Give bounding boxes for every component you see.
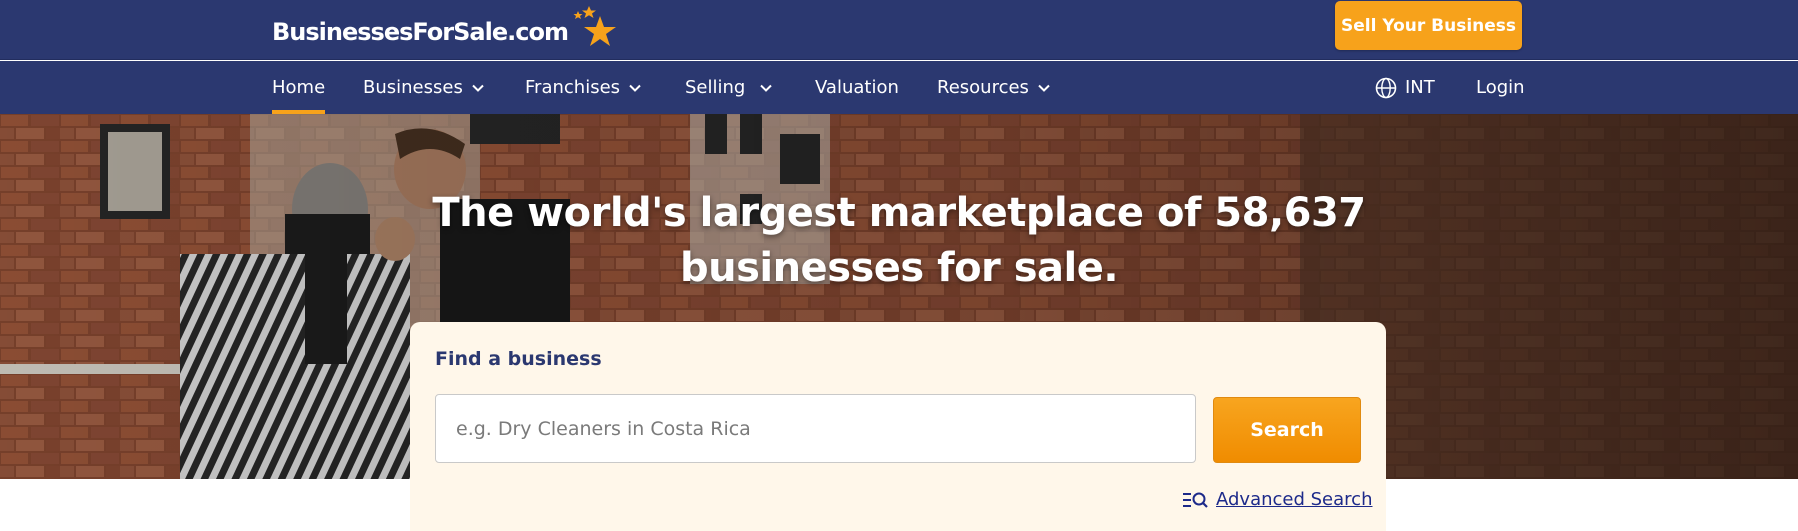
advanced-search-label: Advanced Search (1216, 489, 1373, 510)
hero-title-line2: businesses for sale. (679, 245, 1119, 291)
nav-item-selling[interactable]: Selling (685, 61, 773, 114)
search-button[interactable]: Search (1213, 397, 1361, 463)
nav-item-label: Resources (937, 77, 1029, 98)
sell-your-business-button[interactable]: Sell Your Business (1335, 1, 1522, 50)
stars-icon (573, 6, 616, 46)
advanced-search-link[interactable]: Advanced Search (1182, 489, 1372, 510)
nav-item-home[interactable]: Home (272, 61, 326, 114)
nav-item-resources[interactable]: Resources (937, 61, 1051, 114)
main-nav: Home Businesses Franchises Selling Valua… (0, 61, 1798, 114)
chevron-down-icon (760, 84, 773, 92)
nav-item-label: Valuation (815, 77, 899, 98)
nav-item-businesses[interactable]: Businesses (363, 61, 485, 114)
search-input[interactable] (435, 394, 1196, 463)
search-card: Find a business Search Advanced Search (410, 322, 1386, 531)
nav-item-valuation[interactable]: Valuation (815, 61, 899, 114)
site-logo[interactable]: BusinessesForSale.com (272, 6, 620, 49)
login-label: Login (1476, 77, 1525, 98)
search-card-title: Find a business (435, 348, 602, 370)
hero-title: The world's largest marketplace of 58,63… (400, 186, 1398, 296)
nav-item-label: Businesses (363, 77, 463, 98)
chevron-down-icon (1038, 84, 1050, 92)
region-selector[interactable]: INT (1375, 61, 1435, 114)
top-bar: BusinessesForSale.com Sell Your Business (0, 0, 1798, 60)
chevron-down-icon (629, 84, 641, 92)
nav-item-label: Selling (685, 77, 746, 98)
nav-item-label: Home (272, 77, 326, 98)
region-label: INT (1405, 77, 1435, 98)
advanced-search-icon (1183, 492, 1208, 508)
nav-item-label: Franchises (525, 77, 621, 98)
login-link[interactable]: Login (1476, 61, 1525, 114)
nav-item-franchises[interactable]: Franchises (525, 61, 642, 114)
hero-title-line1: The world's largest marketplace of 58,63… (432, 190, 1366, 236)
logo-text: BusinessesForSale.com (272, 18, 569, 46)
chevron-down-icon (472, 84, 484, 92)
globe-icon (1375, 77, 1397, 98)
